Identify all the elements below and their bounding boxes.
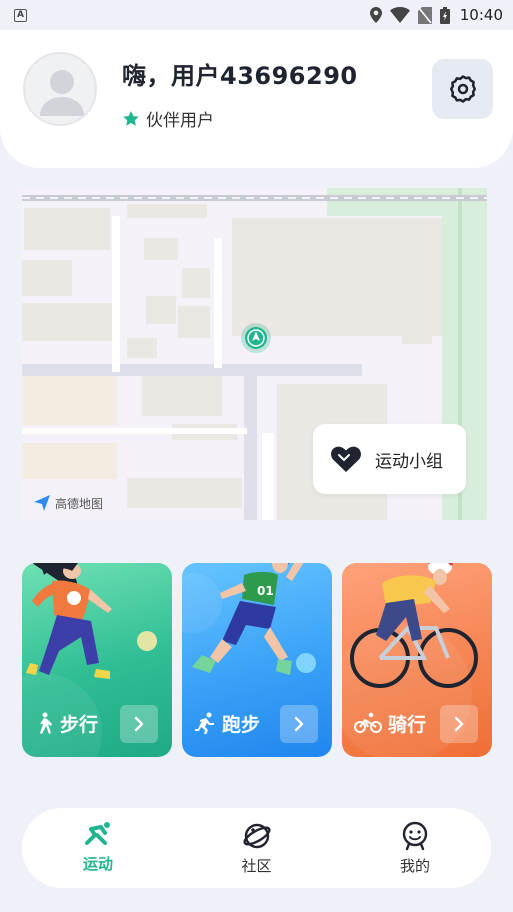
default-avatar-icon [40,70,84,116]
avatar[interactable] [23,52,97,126]
chevron-right-icon [454,716,464,732]
battery-icon [439,6,450,24]
walking-icon [40,712,52,734]
sport-icon [85,822,110,845]
nav-item-mine[interactable]: 我的 [375,808,455,888]
clock: 10:40 [459,6,503,24]
cycling-icon [354,712,382,733]
settings-button[interactable] [432,59,493,119]
gear-icon [449,75,476,103]
nav-item-community[interactable]: 社区 [217,808,297,888]
user-level: 伙伴用户 [122,106,214,131]
wifi-icon [389,7,410,23]
run-arrow-button[interactable] [280,705,318,743]
status-right: 10:40 [369,6,503,24]
ride-arrow-button[interactable] [440,705,478,743]
profile-face-icon [402,821,428,851]
chevron-right-icon [134,716,144,732]
planet-icon [242,823,271,849]
map-watermark: 高德地图 [33,494,103,512]
star-icon [123,110,139,126]
run-card[interactable]: 01 跑步 [182,563,332,757]
chevron-right-icon [294,716,304,732]
sport-group-label: 运动小组 [375,451,443,472]
nav-item-sport[interactable]: 运动 [58,808,138,888]
status-bar: A 10:40 [0,0,513,30]
svg-text:01: 01 [257,584,274,598]
level-label: 伙伴用户 [146,111,214,131]
run-label: 跑步 [222,713,261,736]
username: 嗨，用户43696290 [122,62,358,90]
map-watermark-text: 高德地图 [55,496,104,511]
sport-group-button[interactable]: 运动小组 [313,424,466,494]
heart-icon [331,446,361,472]
no-sim-icon [417,6,432,24]
ride-card[interactable]: 骑行 [342,563,492,757]
notification-a-icon: A [14,8,27,22]
amap-logo-icon [34,495,50,511]
profile-card: 嗨，用户43696290 伙伴用户 [0,30,513,168]
status-left: A [14,8,27,22]
ride-label: 骑行 [388,713,427,736]
nav-label-sport: 运动 [82,855,113,873]
location-icon [369,7,382,23]
nav-label-community: 社区 [241,857,272,875]
bottom-nav: 运动 社区 我的 [22,808,491,888]
running-icon [195,712,214,734]
nav-label-mine: 我的 [399,857,430,875]
walk-card[interactable]: 步行 [22,563,172,757]
walk-label: 步行 [60,713,99,736]
walk-arrow-button[interactable] [120,705,158,743]
